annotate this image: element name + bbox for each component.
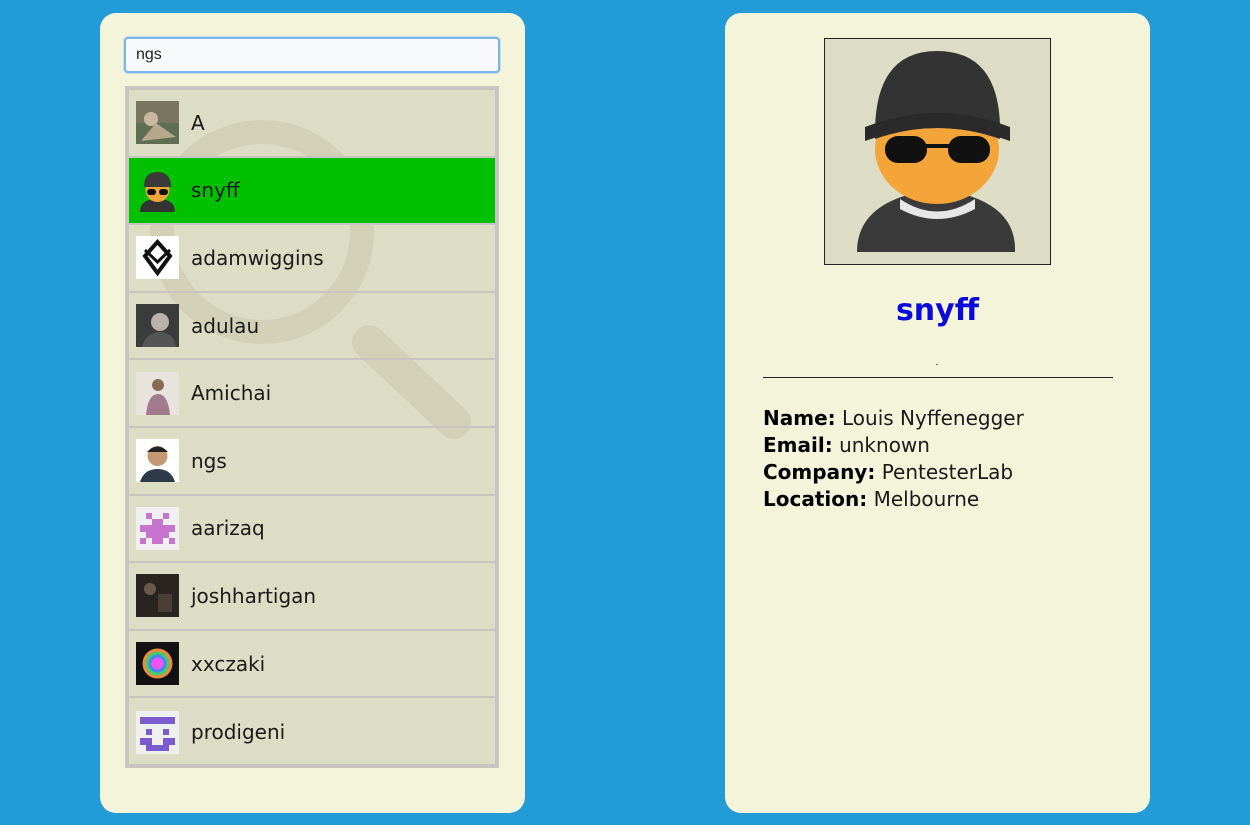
list-item-label: joshhartigan bbox=[191, 583, 317, 608]
list-item-label: xxczaki bbox=[191, 651, 266, 676]
list-item[interactable]: joshhartigan bbox=[129, 563, 495, 631]
detail-name: Name: Louis Nyffenegger bbox=[763, 405, 1024, 432]
list-item[interactable]: A bbox=[129, 90, 495, 158]
list-item-label: snyff bbox=[191, 178, 240, 203]
detail-email: Email: unknown bbox=[763, 432, 1024, 459]
list-item[interactable]: adulau bbox=[129, 293, 495, 361]
profile-details: Name: Louis Nyffenegger Email: unknown C… bbox=[763, 405, 1024, 513]
detail-value: Louis Nyffenegger bbox=[842, 406, 1024, 430]
search-input[interactable] bbox=[124, 37, 500, 73]
list-item[interactable]: prodigeni bbox=[129, 698, 495, 764]
detail-location: Location: Melbourne bbox=[763, 486, 1024, 513]
list-item[interactable]: Amichai bbox=[129, 360, 495, 428]
search-panel: A snyff adamwiggins adulau Amichai bbox=[100, 13, 525, 813]
photo-person-avatar bbox=[136, 371, 179, 415]
detail-label: Location: bbox=[763, 487, 868, 511]
list-item-label: Amichai bbox=[191, 381, 272, 406]
list-item[interactable]: xxczaki bbox=[129, 631, 495, 699]
beanie-sunglasses-avatar bbox=[136, 168, 179, 212]
detail-value: Melbourne bbox=[873, 487, 980, 511]
list-item-label: adulau bbox=[191, 313, 260, 338]
detail-value: unknown bbox=[839, 433, 930, 457]
rainbow-helmet-avatar bbox=[136, 642, 179, 686]
profile-avatar bbox=[824, 38, 1051, 265]
list-item[interactable]: aarizaq bbox=[129, 496, 495, 564]
purple-identicon-avatar bbox=[136, 710, 179, 754]
photo-man-avatar bbox=[136, 304, 179, 348]
list-item[interactable]: adamwiggins bbox=[129, 225, 495, 293]
detail-value: PentesterLab bbox=[881, 460, 1014, 484]
divider bbox=[763, 377, 1113, 378]
list-item-label: adamwiggins bbox=[191, 245, 324, 270]
results-list[interactable]: A snyff adamwiggins adulau Amichai ngs a… bbox=[125, 86, 499, 768]
pink-identicon-avatar bbox=[136, 506, 179, 550]
detail-label: Company: bbox=[763, 460, 876, 484]
list-item-label: A bbox=[191, 110, 205, 135]
list-item-selected[interactable]: snyff bbox=[129, 157, 495, 226]
list-item[interactable]: ngs bbox=[129, 428, 495, 496]
profile-name: snyff bbox=[895, 293, 980, 328]
list-item-label: ngs bbox=[191, 448, 227, 473]
decorative-dot bbox=[936, 364, 938, 365]
list-item-label: aarizaq bbox=[191, 516, 265, 541]
list-item-label: prodigeni bbox=[191, 720, 286, 745]
painting-avatar bbox=[136, 101, 179, 145]
profile-panel: snyff Name: Louis Nyffenegger Email: unk… bbox=[725, 13, 1150, 813]
dark-photo-avatar bbox=[136, 574, 179, 618]
detail-label: Email: bbox=[763, 433, 833, 457]
diamond-logo-avatar bbox=[136, 236, 179, 280]
detail-label: Name: bbox=[763, 406, 836, 430]
photo-portrait-avatar bbox=[136, 439, 179, 483]
detail-company: Company: PentesterLab bbox=[763, 459, 1024, 486]
